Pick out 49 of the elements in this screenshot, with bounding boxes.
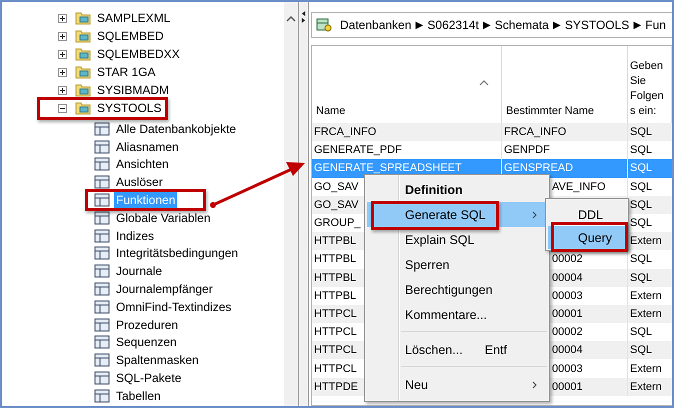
table-cell: Extern <box>630 290 662 302</box>
table-cell: 00003 <box>552 290 583 302</box>
table-cell: 00003 <box>552 362 583 375</box>
table-cell: SQL <box>630 326 652 338</box>
breadcrumb-separator: ▶ <box>415 19 424 31</box>
table-cell: 00002 <box>552 326 583 338</box>
table-cell: HTTPCL <box>314 308 357 320</box>
table-cell: GO_SAV <box>314 180 358 193</box>
table-cell: Extern <box>630 380 662 393</box>
table-cell: Extern <box>630 235 662 248</box>
column-title: Name <box>316 104 346 119</box>
breadcrumb-separator: ▶ <box>633 19 642 31</box>
table-cell: HTTPCL <box>314 344 357 356</box>
table-cell: SQL <box>630 217 652 230</box>
table-cell: GROUP_ <box>314 217 360 230</box>
breadcrumb-separator: ▶ <box>552 19 561 31</box>
breadcrumb-separator: ▶ <box>482 19 491 31</box>
table-cell: 00001 <box>552 380 583 393</box>
table-cell: Extern <box>630 362 662 375</box>
column-title: Geben Sie Folgen s ein: <box>630 59 664 119</box>
table-cell: GENERATE_SPREADSHEET <box>314 162 462 174</box>
table-cell: GO_SAV <box>314 198 358 211</box>
table-cell: 00004 <box>552 344 583 356</box>
table-cell: HTTPBL <box>314 272 356 284</box>
table-cell: SQL <box>630 144 652 156</box>
table-cell: HTTPCL <box>314 362 357 375</box>
table-cell: GENPDF <box>504 144 550 156</box>
table-cell: HTTPDE <box>314 380 358 393</box>
table-cell: 00002 <box>552 253 583 266</box>
table-cell: SQL <box>630 344 652 356</box>
table-cell: 00004 <box>552 272 583 284</box>
table-cell: HTTPBL <box>314 290 356 302</box>
table-cell: HTTPBL <box>314 253 356 266</box>
table-cell: HTTPCL <box>314 326 357 338</box>
table-cell: SQL <box>630 272 652 284</box>
table-cell: FRCA_INFO <box>314 126 376 138</box>
table-cell: SQL <box>630 253 652 266</box>
table-cell: SQL <box>630 162 652 174</box>
column-title: Bestimmter Name <box>506 104 594 119</box>
table-cell: GENERATE_PDF <box>314 144 402 156</box>
table-cell: SQL <box>630 126 652 138</box>
table-cell: 00001 <box>552 308 583 320</box>
table-cell: FRCA_INFO <box>504 126 566 138</box>
table-cell: Extern <box>630 308 662 320</box>
table-cell: SQL <box>630 180 652 193</box>
table-cell: SQL <box>630 198 652 211</box>
table-cell: AVE_INFO <box>552 180 606 193</box>
table-cell: GENSPREAD <box>504 162 574 174</box>
table-cell: HTTPBL <box>314 235 356 248</box>
